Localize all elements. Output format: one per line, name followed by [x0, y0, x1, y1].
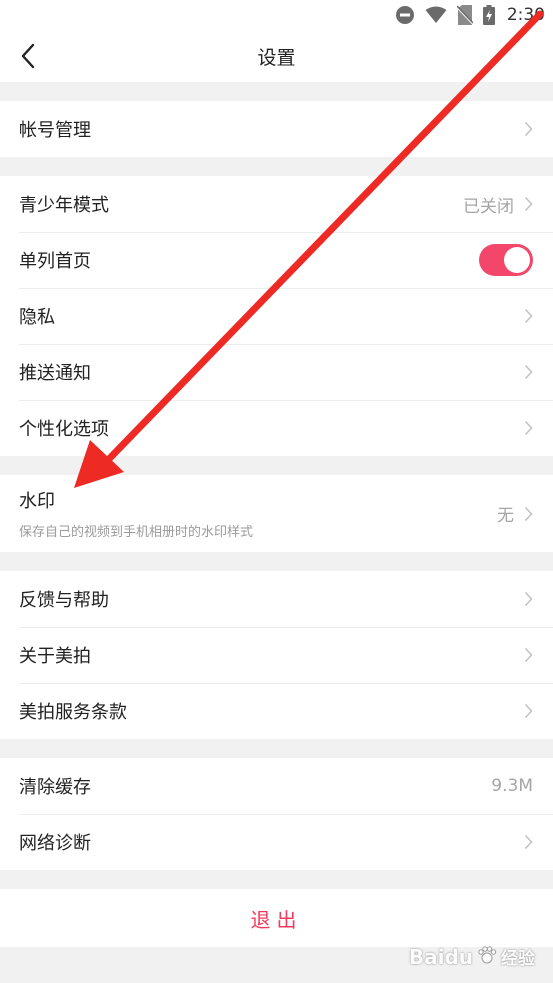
settings-row-terms[interactable]: 美拍服务条款	[0, 683, 553, 739]
chevron-right-icon	[524, 506, 533, 522]
row-label: 网络诊断	[19, 833, 91, 854]
settings-row-network[interactable]: 网络诊断	[0, 814, 553, 870]
row-label: 个性化选项	[19, 419, 109, 440]
settings-row-single-column: 单列首页	[0, 232, 553, 288]
dnd-icon	[395, 5, 415, 25]
settings-row-feedback[interactable]: 反馈与帮助	[0, 571, 553, 627]
settings-group-watermark: 水印 保存自己的视频到手机相册时的水印样式 无	[0, 475, 553, 552]
settings-row-personalization[interactable]: 个性化选项	[0, 400, 553, 456]
settings-row-account[interactable]: 帐号管理	[0, 101, 553, 157]
chevron-right-icon	[524, 647, 533, 663]
settings-group-about: 反馈与帮助 关于美拍 美拍服务条款	[0, 571, 553, 739]
back-button[interactable]	[8, 30, 48, 82]
single-column-toggle[interactable]	[479, 244, 533, 276]
page-title: 设置	[257, 46, 296, 69]
chevron-right-icon	[524, 591, 533, 607]
wifi-icon	[425, 6, 447, 24]
chevron-right-icon	[524, 364, 533, 380]
settings-row-push[interactable]: 推送通知	[0, 344, 553, 400]
toggle-knob	[504, 247, 530, 273]
row-label: 推送通知	[19, 363, 91, 384]
logout-label: 退出	[250, 907, 303, 932]
chevron-right-icon	[524, 196, 533, 212]
row-label: 帐号管理	[19, 120, 91, 141]
settings-group-account: 帐号管理	[0, 101, 553, 157]
watermark-text: 经验	[501, 949, 535, 969]
status-time: 2:30	[506, 5, 545, 25]
nav-bar: 设置	[0, 30, 553, 82]
settings-row-clear-cache[interactable]: 清除缓存 9.3M	[0, 758, 553, 814]
chevron-right-icon	[524, 308, 533, 324]
row-label: 水印	[19, 491, 55, 512]
row-label: 隐私	[19, 307, 55, 328]
settings-row-teen-mode[interactable]: 青少年模式 已关闭	[0, 176, 553, 232]
baidu-watermark: Baidu 经验	[408, 944, 535, 970]
settings-group-storage: 清除缓存 9.3M 网络诊断	[0, 758, 553, 870]
row-label: 关于美拍	[19, 646, 91, 667]
row-label: 反馈与帮助	[19, 590, 109, 611]
chevron-right-icon	[524, 121, 533, 137]
chevron-right-icon	[524, 703, 533, 719]
settings-row-about[interactable]: 关于美拍	[0, 627, 553, 683]
row-label: 美拍服务条款	[19, 702, 127, 723]
settings-row-privacy[interactable]: 隐私	[0, 288, 553, 344]
row-value: 无	[497, 506, 514, 526]
row-subtitle: 保存自己的视频到手机相册时的水印样式	[19, 525, 254, 540]
row-label: 清除缓存	[19, 777, 91, 798]
row-value: 已关闭	[463, 196, 514, 217]
chevron-right-icon	[524, 834, 533, 850]
watermark-brand: Baidu	[408, 944, 473, 969]
back-arrow-icon	[21, 43, 35, 69]
no-sim-icon	[456, 5, 473, 25]
chevron-right-icon	[524, 420, 533, 436]
row-label: 青少年模式	[19, 195, 109, 216]
row-value: 9.3M	[491, 776, 533, 796]
row-label: 单列首页	[19, 251, 91, 272]
settings-row-watermark[interactable]: 水印 保存自己的视频到手机相册时的水印样式 无	[0, 475, 553, 552]
paw-icon	[477, 945, 497, 969]
status-bar: 2:30	[0, 0, 553, 30]
logout-button[interactable]: 退出	[0, 889, 553, 947]
battery-icon	[482, 5, 495, 25]
settings-group-general: 青少年模式 已关闭 单列首页 隐私 推送通知 个性化选项	[0, 176, 553, 456]
